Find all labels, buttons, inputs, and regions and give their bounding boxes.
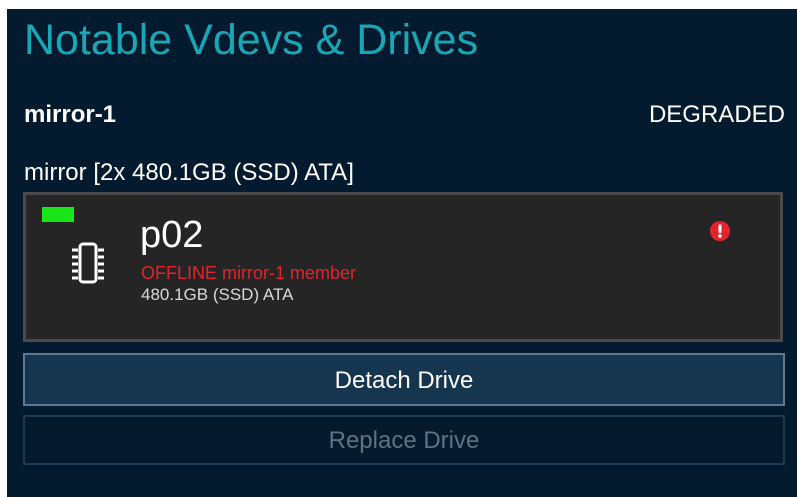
detach-drive-button[interactable]: Detach Drive (23, 353, 785, 406)
drive-name: p02 (140, 214, 204, 256)
drive-info: 480.1GB (SSD) ATA (141, 285, 294, 304)
panel-title: Notable Vdevs & Drives (24, 16, 479, 64)
chip-icon (72, 242, 104, 284)
drive-card[interactable]: p02 OFFLINE mirror-1 member 480.1GB (SSD… (23, 192, 783, 342)
alert-icon (710, 221, 730, 241)
vdev-description: mirror [2x 480.1GB (SSD) ATA] (24, 159, 354, 186)
replace-drive-button[interactable]: Replace Drive (23, 415, 785, 465)
vdev-status: DEGRADED (648, 101, 785, 128)
drive-state: OFFLINE mirror-1 member (141, 263, 357, 283)
notable-vdevs-panel: Notable Vdevs & Drives mirror-1 DEGRADED… (7, 9, 797, 497)
vdev-name: mirror-1 (24, 101, 117, 128)
drive-status-led (42, 207, 74, 222)
